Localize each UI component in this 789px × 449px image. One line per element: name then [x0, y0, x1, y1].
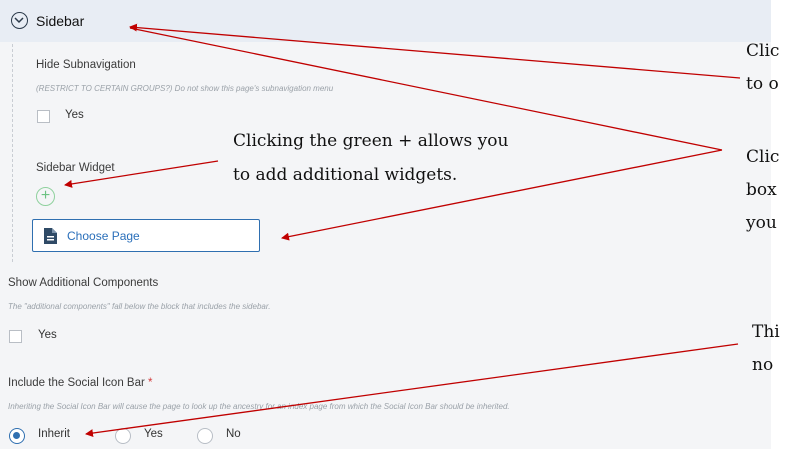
arrow-to-choose-page — [281, 149, 723, 241]
arrow-to-sidebar-toggle — [129, 23, 741, 79]
arrow-from-choose-note-to-header — [129, 27, 723, 151]
arrow-to-inherit-radio — [85, 343, 739, 438]
arrow-to-add-widget — [64, 160, 219, 188]
annotation-arrows — [64, 23, 741, 438]
